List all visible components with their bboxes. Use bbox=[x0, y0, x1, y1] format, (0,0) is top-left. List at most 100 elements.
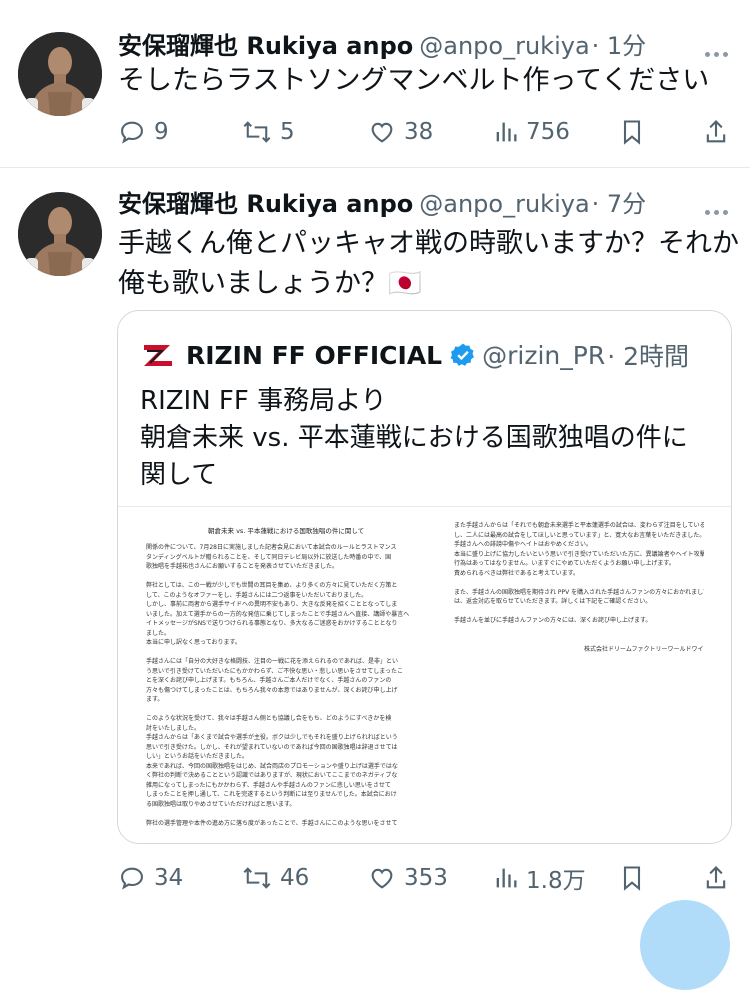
more-options-icon[interactable] bbox=[701, 42, 728, 61]
view-count: 756 bbox=[526, 119, 570, 145]
statement-document-image[interactable]: 朝倉未来 vs. 平本蓮戦における国歌独唱の件に関して 関係の件について、7月2… bbox=[118, 506, 731, 843]
document-line: 手越さんからは「あくまで試合や選手が主役。ボクは少しでもそれを盛り上げられればと… bbox=[146, 734, 398, 741]
document-line: タンディングベルトが贈られることを、そして同日テレビ局以外に放送した時番の中で、… bbox=[146, 553, 392, 561]
quoted-author-handle[interactable]: @rizin_PR bbox=[482, 341, 605, 370]
bookmark-button[interactable] bbox=[620, 112, 652, 152]
document-line: ました。 bbox=[146, 629, 171, 637]
quoted-text-line: RIZIN FF 事務局より bbox=[140, 386, 387, 416]
tweet-text-line: 俺も歌いましょうか？🇯🇵 bbox=[118, 268, 422, 299]
document-line: しまったことを押し通して、これを完遂するという判断には至りませんでした。本試合に… bbox=[146, 791, 397, 798]
verified-badge-icon bbox=[450, 343, 475, 366]
document-line: 思いで引き受けた。しかし、それが望まれていないのであれば今回の国歌独唱は辞退させ… bbox=[146, 743, 398, 751]
tweet-2[interactable]: 安保瑠輝也 Rukiya anpo @anpo_rukiya· 7分 手越くん俺と… bbox=[0, 168, 750, 922]
document-line bbox=[454, 607, 704, 617]
views-icon bbox=[496, 868, 517, 888]
quoted-tweet-time[interactable]: · 2時間 bbox=[607, 337, 689, 373]
retweet-count: 5 bbox=[280, 119, 295, 145]
document-line: 責められるべきは弊社であると考えています。 bbox=[454, 569, 580, 577]
reply-icon bbox=[121, 867, 143, 890]
share-icon bbox=[706, 120, 726, 143]
heart-icon bbox=[371, 868, 393, 889]
reply-button[interactable]: 9 bbox=[118, 112, 169, 152]
reply-count: 34 bbox=[154, 865, 184, 891]
document-right-column: また手越さんからは「それでも朝倉未来選手と平本蓮選手の試合は、変わらず注目をして… bbox=[454, 521, 704, 654]
views-icon bbox=[496, 122, 517, 142]
document-line bbox=[454, 626, 704, 636]
reply-icon bbox=[121, 121, 143, 144]
like-button[interactable]: 38 bbox=[368, 112, 433, 152]
document-line: 弊社の選手管理や本件の進め方に落ち度があったことで、手越さんにこのような思いをさ… bbox=[146, 819, 398, 827]
document-line: とを深くお詫び申し上げます。もちろん、手越さんご本人だけでなく、手越さんのファン… bbox=[146, 677, 392, 684]
like-button[interactable]: 353 bbox=[368, 858, 448, 898]
retweet-count: 46 bbox=[280, 865, 310, 891]
views-button[interactable]: 756 bbox=[494, 112, 570, 152]
document-line: 本当に盛り上げに協力したいという思いで引き受けていただいた方に、異議論者やヘイト… bbox=[454, 550, 704, 558]
retweet-button[interactable]: 5 bbox=[242, 112, 295, 152]
document-line bbox=[146, 648, 411, 658]
retweet-button[interactable]: 46 bbox=[242, 858, 309, 898]
document-title: 朝倉未来 vs. 平本蓮戦における国歌独唱の件に関して bbox=[208, 527, 365, 535]
quoted-text-line: 朝倉未来 vs. 平本蓮戦における国歌独唱の件に bbox=[140, 423, 688, 453]
tweet-text: 手越くん俺とパッキャオ戦の時歌いますか？それか 俺も歌いましょうか？🇯🇵 bbox=[118, 224, 739, 304]
more-options-icon[interactable] bbox=[701, 200, 728, 219]
document-line: イトメッセージがSNSで送りつけられる事態となり、多大なるご迷惑をおかけすること… bbox=[146, 620, 398, 627]
reply-button[interactable]: 34 bbox=[118, 858, 183, 898]
bookmark-icon bbox=[623, 120, 641, 145]
document-line: 歌独唱を手越祐也さんにお願いすることを発表させていただきました。 bbox=[146, 563, 339, 570]
reply-count: 9 bbox=[154, 119, 169, 145]
quoted-text-line: 関して bbox=[140, 460, 218, 490]
tweet-time[interactable]: · 7分 bbox=[592, 190, 647, 218]
heart-icon bbox=[371, 122, 393, 143]
share-button[interactable] bbox=[704, 858, 736, 898]
document-left-column: 関係の件について、7月28日に実施しました記者会見において本試合のルールとラスト… bbox=[146, 543, 411, 828]
document-line: このような状況を受けて、我々は手越さん側とも協議し合をもち、どのようにすべきかを… bbox=[146, 715, 392, 722]
views-button[interactable]: 1.8万 bbox=[494, 858, 586, 898]
avatar[interactable] bbox=[18, 32, 102, 116]
bookmark-button[interactable] bbox=[620, 858, 652, 898]
bookmark-icon bbox=[623, 866, 641, 891]
author-name[interactable]: 安保瑠輝也 Rukiya anpo bbox=[118, 190, 413, 218]
rizin-logo-icon bbox=[140, 337, 176, 373]
quoted-tweet-text: RIZIN FF 事務局より 朝倉未来 vs. 平本蓮戦における国歌独唱の件に … bbox=[140, 383, 688, 494]
author-handle[interactable]: @anpo_rukiya bbox=[419, 190, 589, 218]
document-line: 関係の件について、7月28日に実施しました記者会見において本試合のルールとラスト… bbox=[146, 544, 397, 551]
document-line: 本来であれば、今回の国歌独唱をはじめ、試合両店のプロモーションや盛り上げは選手で… bbox=[146, 762, 398, 770]
document-line: う思いで引き受けていただいたにもかかわらず、ご不快な思い・悲しい思いをさせてしま… bbox=[146, 667, 404, 675]
author-name[interactable]: 安保瑠輝也 Rukiya anpo bbox=[118, 32, 413, 60]
like-count: 38 bbox=[404, 119, 434, 145]
tweet-text-line: そしたらラストソングマンベルト作ってください bbox=[118, 65, 710, 96]
document-signature: 株式会社ドリームファクトリーワールドワイド bbox=[584, 645, 704, 653]
tweet-actions: 34 46 353 1.8万 bbox=[118, 858, 738, 898]
document-line: 方々も傷つけてしまったことは、もちろん我々の本意ではありませんが、深くお詫び申し… bbox=[146, 686, 398, 694]
share-button[interactable] bbox=[704, 112, 736, 152]
view-count: 1.8万 bbox=[526, 868, 586, 894]
tweet-text-line: 手越くん俺とパッキャオ戦の時歌いますか？それか bbox=[118, 228, 739, 259]
document-line: しい」というお話をいただきました。 bbox=[146, 753, 249, 760]
tweet-1[interactable]: 安保瑠輝也 Rukiya anpo @anpo_rukiya· 1分 そしたらラス… bbox=[0, 0, 750, 168]
document-line: し、二人には最高の試合をしてほしいと思っています」と、寛大なお言葉をいただきまし… bbox=[454, 531, 704, 539]
document-line: る国歌独唱は取りやめさせていただければと思います。 bbox=[146, 800, 296, 808]
retweet-icon bbox=[243, 121, 271, 143]
document-line: 雑用になってしまったにもかかわらず、手越さんや手越さんのファンに悲しい思いをさせ… bbox=[146, 781, 391, 789]
document-line: 行為はあってはなりません。いますぐにやめていただくようお願い申し上げます。 bbox=[454, 560, 675, 567]
tweet-actions: 9 5 38 756 bbox=[118, 112, 738, 152]
author-handle[interactable]: @anpo_rukiya bbox=[419, 32, 589, 60]
compose-button[interactable] bbox=[640, 900, 730, 990]
document-line: 手越さんには「自分の大好きな格闘技、注目の一戦に花を添えられるのであれば、是非」… bbox=[146, 658, 398, 665]
document-line bbox=[454, 578, 704, 588]
like-count: 353 bbox=[404, 865, 448, 891]
tweet-header: 安保瑠輝也 Rukiya anpo @anpo_rukiya· 1分 bbox=[118, 30, 646, 62]
document-line: ます。 bbox=[146, 696, 164, 703]
document-line: 討をいたしました。 bbox=[146, 724, 201, 732]
document-line: いました。加えて選手からの一方的な発信に乗じてしまったことで手越さんへ直接、講師… bbox=[146, 610, 410, 618]
avatar[interactable] bbox=[18, 192, 102, 276]
document-line: また手越さんからは「それでも朝倉未来選手と平本蓮選手の試合は、変わらず注目をして… bbox=[454, 522, 704, 529]
tweet-text: そしたらラストソングマンベルト作ってください bbox=[118, 61, 709, 101]
quoted-tweet-header: RIZIN FF OFFICIAL @rizin_PR · 2時間 bbox=[140, 337, 689, 373]
quoted-tweet[interactable]: RIZIN FF OFFICIAL @rizin_PR · 2時間 RIZIN … bbox=[117, 310, 732, 844]
document-line bbox=[454, 635, 704, 645]
document-line: 弊社としては、この一戦が少しでも世間の耳目を集め、より多くの方々に見ていただく方… bbox=[146, 582, 398, 589]
quoted-author-name[interactable]: RIZIN FF OFFICIAL bbox=[186, 341, 442, 370]
tweet-time[interactable]: · 1分 bbox=[592, 32, 647, 60]
document-line: 本当に申し訳なく思っております。 bbox=[146, 639, 241, 646]
